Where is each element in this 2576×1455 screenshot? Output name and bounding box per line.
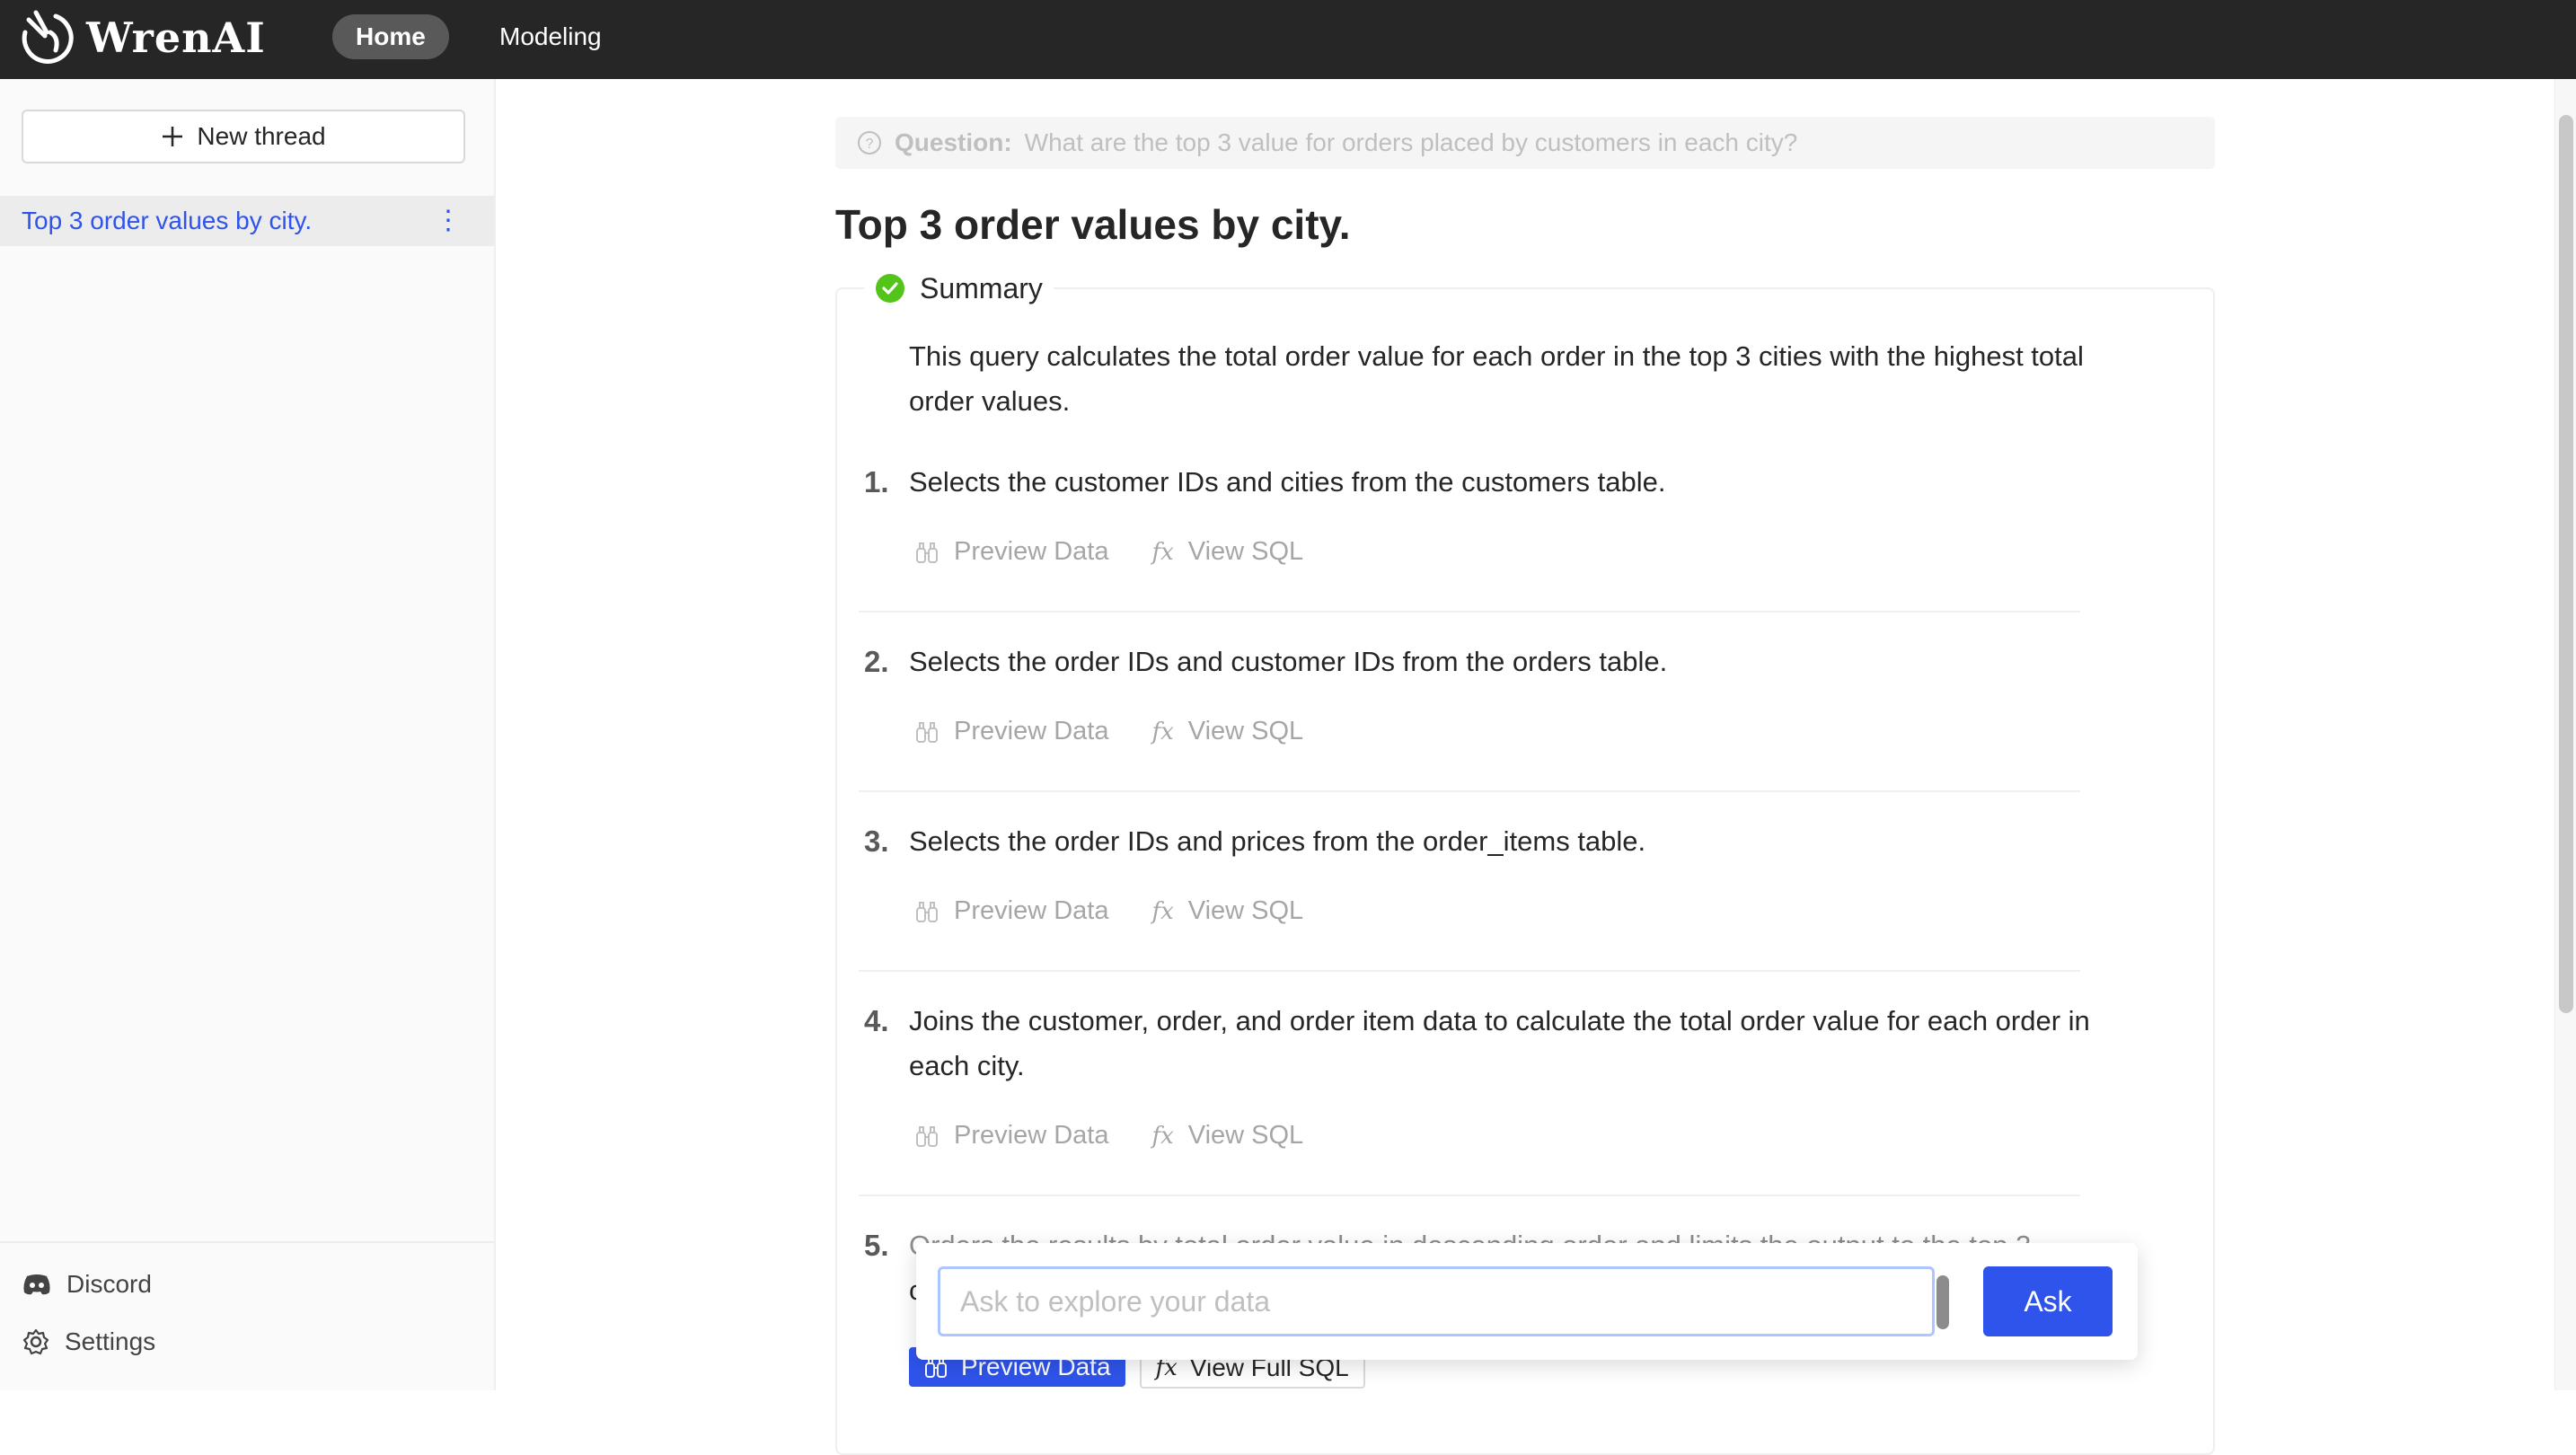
question-label: Question: (895, 128, 1012, 156)
step-divider (859, 611, 2080, 613)
summary-header: Summary (864, 269, 1054, 307)
more-vertical-icon[interactable]: ⋮ (435, 196, 462, 246)
sidebar: New thread Top 3 order values by city. ⋮… (0, 79, 496, 1390)
sidebar-thread-item[interactable]: Top 3 order values by city. ⋮ (0, 196, 494, 246)
preview-data-button[interactable]: Preview Data (914, 537, 1108, 567)
step-text: Joins the customer, order, and order ite… (909, 1005, 2090, 1081)
binoculars-icon (916, 542, 938, 563)
step-divider (859, 970, 2080, 972)
step-number: 4. (864, 1004, 889, 1037)
ask-input[interactable] (938, 1266, 1935, 1336)
gear-icon (22, 1328, 49, 1355)
preview-data-label: Preview Data (954, 717, 1109, 745)
sidebar-footer: Discord Settings (0, 1241, 494, 1355)
nav-modeling-tab[interactable]: Modeling (476, 14, 625, 59)
summary-label: Summary (920, 272, 1043, 304)
wren-logo-icon (22, 10, 74, 64)
function-icon: fx (1151, 718, 1174, 745)
binoculars-icon (916, 1125, 938, 1147)
scrollbar[interactable] (2554, 79, 2576, 1390)
check-circle-icon (876, 274, 904, 303)
question-bar: ? Question: What are the top 3 value for… (835, 117, 2215, 169)
preview-data-button[interactable]: Preview Data (914, 717, 1108, 746)
settings-label: Settings (65, 1327, 156, 1355)
preview-data-button[interactable]: Preview Data (914, 1121, 1108, 1151)
step-actions: Preview Data fx View SQL (914, 896, 1303, 926)
view-sql-button[interactable]: fx View SQL (1151, 896, 1303, 926)
view-sql-label: View SQL (1187, 1121, 1304, 1150)
discord-link[interactable]: Discord (22, 1266, 152, 1302)
step-actions: Preview Data fx View SQL (914, 1121, 1303, 1151)
binoculars-icon (916, 901, 938, 922)
input-resize-handle[interactable] (1936, 1275, 1949, 1329)
step-actions: Preview Data fx View SQL (914, 717, 1303, 746)
page-title: Top 3 order values by city. (835, 201, 1351, 248)
view-sql-label: View SQL (1187, 896, 1304, 925)
settings-link[interactable]: Settings (22, 1324, 155, 1360)
new-thread-label: New thread (197, 122, 326, 150)
step-divider (859, 790, 2080, 792)
function-icon: fx (1151, 897, 1174, 925)
nav-home-tab[interactable]: Home (332, 14, 449, 59)
step-text: Selects the customer IDs and cities from… (909, 466, 1666, 498)
function-icon: fx (1151, 538, 1174, 566)
ask-panel: Ask (916, 1243, 2138, 1360)
discord-label: Discord (66, 1270, 152, 1298)
plus-icon (163, 127, 183, 146)
discord-icon (23, 1274, 50, 1295)
thread-item-label: Top 3 order values by city. (22, 207, 313, 234)
new-thread-button[interactable]: New thread (22, 110, 465, 163)
binoculars-icon (916, 721, 938, 743)
function-icon: fx (1151, 1122, 1174, 1150)
question-text: What are the top 3 value for orders plac… (1024, 128, 1798, 156)
step-divider (859, 1195, 2080, 1196)
view-sql-button[interactable]: fx View SQL (1151, 1121, 1303, 1151)
ask-button[interactable]: Ask (1983, 1266, 2113, 1336)
preview-data-label: Preview Data (954, 1121, 1109, 1150)
step-number: 3. (864, 824, 889, 858)
question-circle-icon: ? (858, 131, 881, 154)
preview-data-button[interactable]: Preview Data (914, 896, 1108, 926)
step-actions: Preview Data fx View SQL (914, 537, 1303, 567)
step-text: Selects the order IDs and prices from th… (909, 825, 1646, 857)
step-text: Selects the order IDs and customer IDs f… (909, 646, 1668, 677)
view-sql-label: View SQL (1187, 537, 1304, 566)
view-sql-button[interactable]: fx View SQL (1151, 717, 1303, 746)
step-number: 2. (864, 645, 889, 678)
preview-data-label: Preview Data (954, 896, 1109, 925)
preview-data-label: Preview Data (954, 537, 1109, 566)
view-sql-label: View SQL (1187, 717, 1304, 745)
top-navbar: WrenAI Home Modeling (0, 0, 2576, 79)
scrollbar-thumb[interactable] (2559, 115, 2573, 1013)
view-sql-button[interactable]: fx View SQL (1151, 537, 1303, 567)
summary-text: This query calculates the total order va… (909, 340, 2084, 417)
svg-text:?: ? (866, 137, 874, 152)
step-number: 1. (864, 465, 889, 498)
step-number: 5. (864, 1229, 889, 1262)
app-brand-name: WrenAI (86, 13, 266, 62)
